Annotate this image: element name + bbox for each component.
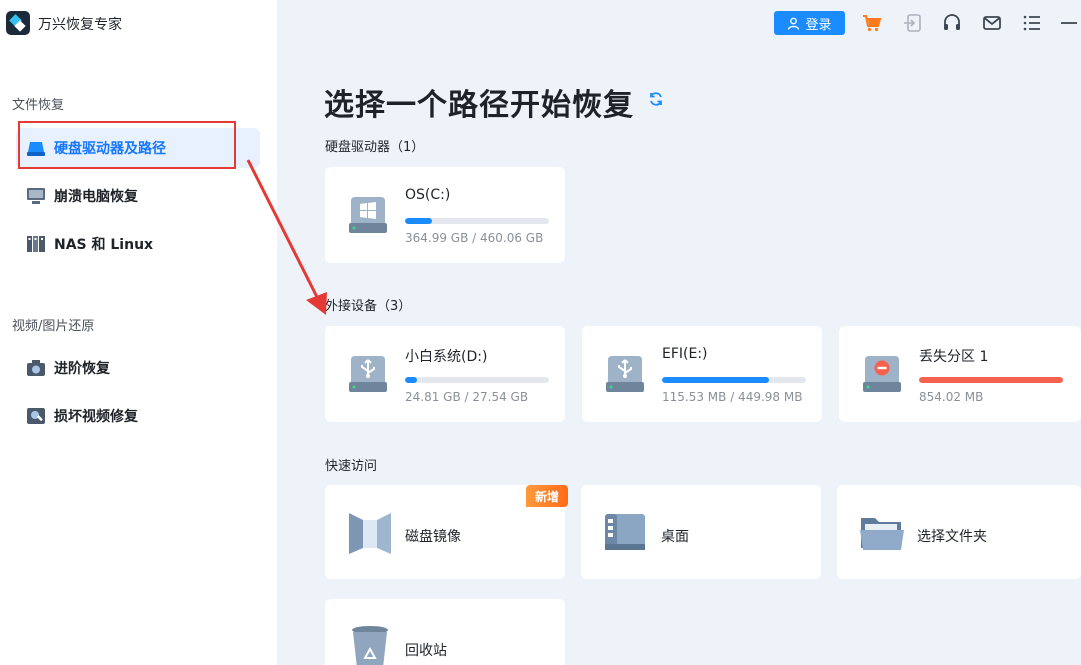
drive-size: 115.53 MB / 449.98 MB xyxy=(662,390,803,404)
sidebar-item-crashed-pc[interactable]: 崩溃电脑恢复 xyxy=(16,176,260,216)
drive-card-os-c[interactable]: OS(C:) 364.99 GB / 460.06 GB xyxy=(325,167,565,263)
video-repair-icon xyxy=(26,407,46,425)
folder-icon xyxy=(859,510,905,556)
quick-card-select-folder[interactable]: 选择文件夹 xyxy=(837,485,1081,579)
windows-drive-icon xyxy=(347,195,389,235)
menu-icon[interactable] xyxy=(1021,12,1043,34)
drive-size: 854.02 MB xyxy=(919,390,984,404)
drive-usage-bar xyxy=(662,377,806,383)
drive-card-xiaobai-d[interactable]: 小白系统(D:) 24.81 GB / 27.54 GB xyxy=(325,326,565,422)
quick-card-disk-image[interactable]: 磁盘镜像 新增 xyxy=(325,485,568,579)
quick-label: 选择文件夹 xyxy=(917,529,987,545)
annotation-highlight-box xyxy=(18,121,236,169)
page-title: 选择一个路径开始恢复 xyxy=(324,88,634,123)
drive-name: 小白系统(D:) xyxy=(405,349,488,365)
usb-drive-icon xyxy=(604,354,646,394)
headset-icon[interactable] xyxy=(941,12,963,34)
nas-server-icon xyxy=(26,235,46,253)
sidebar-item-nas-linux[interactable]: NAS 和 Linux xyxy=(16,224,260,264)
login-button[interactable]: 登录 xyxy=(774,11,845,35)
drive-usage-bar xyxy=(405,218,549,224)
app-logo-icon xyxy=(6,11,30,35)
drive-size: 364.99 GB / 460.06 GB xyxy=(405,231,544,245)
disk-image-icon xyxy=(347,510,393,556)
drive-card-efi-e[interactable]: EFI(E:) 115.53 MB / 449.98 MB xyxy=(582,326,822,422)
sign-in-icon[interactable] xyxy=(901,12,923,34)
drive-usage-bar xyxy=(405,377,549,383)
monitor-icon xyxy=(26,187,46,205)
sidebar: 万兴恢复专家 文件恢复 硬盘驱动器及路径 崩溃电脑恢复 NAS 和 Linux … xyxy=(0,0,277,665)
sidebar-item-label: 损坏视频修复 xyxy=(54,409,138,425)
quick-label: 桌面 xyxy=(661,529,689,545)
sidebar-item-label: 进阶恢复 xyxy=(54,361,110,377)
new-badge: 新增 xyxy=(526,485,568,507)
lost-partition-icon xyxy=(861,354,903,394)
sidebar-item-video-repair[interactable]: 损坏视频修复 xyxy=(16,396,260,436)
external-group-label: 外接设备（3） xyxy=(325,299,412,314)
drive-card-lost-partition[interactable]: 丢失分区 1 854.02 MB xyxy=(839,326,1081,422)
mail-icon[interactable] xyxy=(981,12,1003,34)
usb-drive-icon xyxy=(347,354,389,394)
login-label: 登录 xyxy=(805,17,832,33)
app-title: 万兴恢复专家 xyxy=(38,17,122,33)
section-label-video-photo: 视频/图片还原 xyxy=(12,319,95,334)
quick-label: 回收站 xyxy=(405,643,447,659)
quick-access-group-label: 快速访问 xyxy=(325,459,378,474)
quick-card-recycle-bin[interactable]: 回收站 xyxy=(325,599,565,665)
drive-usage-bar xyxy=(919,377,1063,383)
drive-size: 24.81 GB / 27.54 GB xyxy=(405,390,529,404)
minimize-icon[interactable] xyxy=(1060,12,1078,34)
sidebar-item-label: 崩溃电脑恢复 xyxy=(54,189,138,205)
drive-name: EFI(E:) xyxy=(662,346,708,362)
sidebar-item-advanced-recovery[interactable]: 进阶恢复 xyxy=(16,348,260,388)
hard-drive-group-label: 硬盘驱动器（1） xyxy=(325,140,425,155)
desktop-icon xyxy=(603,510,649,556)
quick-label: 磁盘镜像 xyxy=(405,529,461,545)
user-icon xyxy=(788,17,800,30)
recycle-bin-icon xyxy=(347,624,393,665)
drive-name: 丢失分区 1 xyxy=(919,349,989,365)
camera-icon xyxy=(26,359,46,377)
cart-icon[interactable] xyxy=(861,12,883,34)
sidebar-item-label: NAS 和 Linux xyxy=(54,237,154,253)
quick-card-desktop[interactable]: 桌面 xyxy=(581,485,821,579)
section-label-file-recovery: 文件恢复 xyxy=(12,98,65,113)
drive-name: OS(C:) xyxy=(405,187,451,203)
refresh-icon[interactable] xyxy=(648,91,664,107)
